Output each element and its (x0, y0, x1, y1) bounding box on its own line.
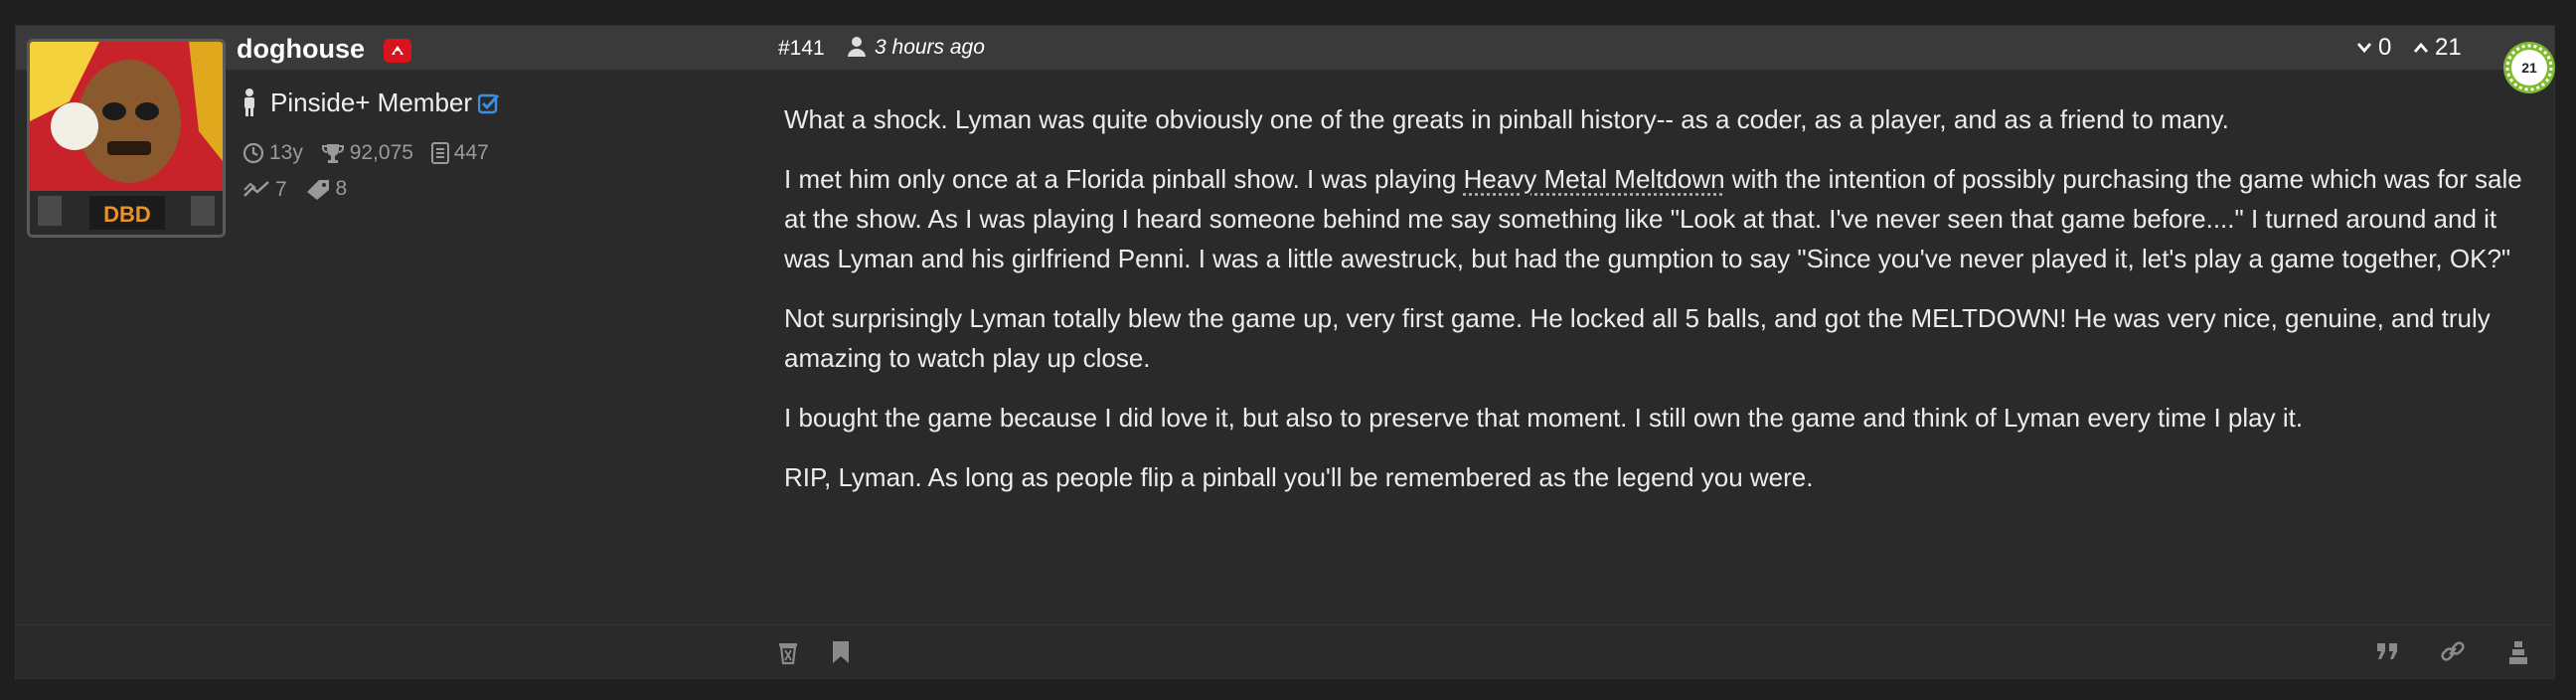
stat-trades[interactable]: 7 (242, 178, 287, 202)
post-timestamp[interactable]: 3 hours ago (875, 36, 985, 60)
user-icon (847, 36, 867, 63)
forum-post: DBD doghouse Pinside+ Member 13y 92,075 … (15, 25, 2555, 679)
downvote-count: 0 (2378, 34, 2392, 61)
moderator-icon[interactable] (2508, 639, 2528, 670)
person-icon (242, 88, 256, 116)
score-badge: 21 (2502, 41, 2556, 94)
verified-check-icon (477, 90, 500, 114)
stat-tags[interactable]: 8 (305, 177, 348, 201)
post-number-link[interactable]: #141 (778, 37, 825, 61)
stat-trades-value: 7 (275, 178, 287, 201)
avatar-label: DBD (103, 202, 151, 227)
member-role: Pinside+ Member (242, 88, 500, 118)
paragraph-5: RIP, Lyman. As long as people flip a pin… (784, 462, 1814, 492)
stat-tags-value: 8 (335, 177, 348, 200)
member-role-label: Pinside+ Member (270, 88, 473, 117)
score-badge-value: 21 (2521, 60, 2537, 76)
paragraph-2: I met him only once at a Florida pinball… (784, 159, 2543, 278)
post-footer (16, 624, 2554, 679)
downvote-button[interactable]: 0 (2356, 34, 2391, 62)
paragraph-3: Not surprisingly Lyman totally blew the … (784, 303, 2491, 373)
stat-score: 92,075 (321, 141, 413, 165)
user-avatar[interactable]: DBD (27, 39, 226, 238)
pinside-badge-icon (384, 39, 411, 63)
username-link[interactable]: doghouse (237, 34, 365, 65)
document-icon (430, 142, 449, 164)
upvote-button[interactable]: 21 (2413, 34, 2462, 62)
tag-icon (306, 180, 329, 200)
paragraph-1: What a shock. Lyman was quite obviously … (784, 104, 2229, 134)
stat-membership-age: 13y (242, 141, 303, 165)
chevron-up-icon (2413, 42, 2429, 53)
post-body: What a shock. Lyman was quite obviously … (784, 99, 2543, 517)
stat-score-value: 92,075 (349, 141, 413, 164)
user-trade-stats-row: 7 8 (242, 177, 359, 206)
stat-age-value: 13y (269, 141, 303, 164)
trash-icon[interactable] (776, 639, 800, 670)
chevron-down-icon (2356, 43, 2372, 54)
upvote-count: 21 (2435, 34, 2462, 61)
stat-posts-value: 447 (453, 141, 489, 164)
user-stats-row: 13y 92,075 447 (242, 141, 501, 170)
stat-posts[interactable]: 447 (430, 141, 489, 165)
avatar-image: DBD (30, 42, 223, 235)
trophy-icon (321, 144, 344, 163)
quote-icon[interactable] (2375, 639, 2401, 666)
game-link-heavy-metal-meltdown[interactable]: Heavy Metal Meltdown (1464, 164, 1725, 194)
clock-icon (242, 142, 264, 164)
handshake-icon (243, 181, 269, 197)
bookmark-icon[interactable] (831, 639, 851, 670)
paragraph-2-before: I met him only once at a Florida pinball… (784, 164, 1464, 194)
link-icon[interactable] (2439, 639, 2467, 670)
paragraph-4: I bought the game because I did love it,… (784, 403, 2304, 433)
